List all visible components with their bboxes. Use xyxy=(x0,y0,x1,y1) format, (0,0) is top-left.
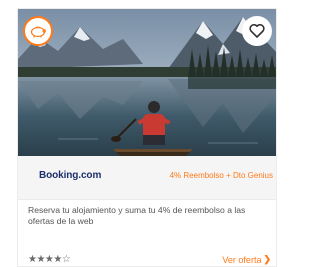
lake-canoe-illustration xyxy=(18,9,276,156)
rating-stars: ★★★★☆ xyxy=(28,254,71,265)
cashback-offer: 4% Reembolso + Dto Genius xyxy=(169,171,273,180)
piggy-bank-icon xyxy=(23,16,53,46)
brand-logo: Booking.com xyxy=(39,170,102,181)
chevron-right-icon: ❯ xyxy=(263,254,271,264)
offer-card[interactable]: Booking.com 4% Reembolso + Dto Genius Re… xyxy=(17,8,277,267)
see-offer-link[interactable]: Ver oferta ❯ xyxy=(222,254,271,265)
heart-outline-icon xyxy=(249,24,265,38)
see-offer-label: Ver oferta xyxy=(222,254,262,265)
offer-description: Reserva tu alojamiento y suma tu 4% de r… xyxy=(28,205,246,226)
favorite-button[interactable] xyxy=(242,16,272,46)
brand-row: Booking.com 4% Reembolso + Dto Genius xyxy=(18,156,276,200)
hero-image xyxy=(18,9,276,156)
